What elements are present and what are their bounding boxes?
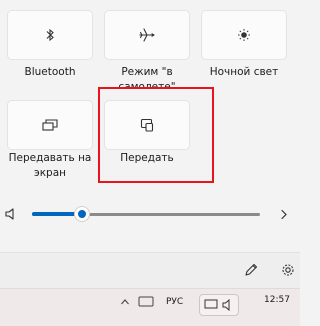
quick-settings-footer bbox=[0, 252, 300, 289]
project-tile[interactable] bbox=[7, 100, 93, 150]
airplane-mode-tile[interactable] bbox=[104, 10, 190, 60]
taskbar: РУС 12:57 bbox=[0, 288, 300, 326]
language-indicator[interactable]: РУС bbox=[166, 297, 183, 307]
bluetooth-icon bbox=[46, 28, 54, 42]
keyboard-icon[interactable] bbox=[138, 295, 154, 307]
night-light-tile[interactable] bbox=[201, 10, 287, 60]
cast-icon bbox=[140, 118, 154, 132]
bluetooth-label: Bluetooth bbox=[24, 66, 76, 78]
airplane-icon bbox=[139, 28, 155, 42]
system-tray-button[interactable] bbox=[199, 294, 239, 316]
chevron-right-icon[interactable] bbox=[280, 209, 288, 220]
project-icon bbox=[42, 118, 58, 131]
airplane-mode-label: Режим "в самолете" bbox=[118, 66, 176, 87]
pencil-icon[interactable] bbox=[244, 263, 258, 277]
chevron-up-icon[interactable] bbox=[120, 297, 130, 307]
monitor-icon bbox=[204, 299, 218, 309]
volume-row bbox=[0, 202, 300, 226]
bluetooth-tile[interactable] bbox=[7, 10, 93, 60]
cast-label: Передать bbox=[120, 152, 174, 164]
volume-slider-thumb[interactable] bbox=[75, 207, 90, 221]
quick-settings-panel: Bluetooth Режим "в самолете" Ночной свет… bbox=[0, 0, 300, 289]
cast-tile[interactable] bbox=[104, 100, 190, 150]
night-light-label: Ночной свет bbox=[209, 66, 279, 78]
night-light-icon bbox=[238, 29, 250, 41]
project-label: Передавать на экран bbox=[8, 152, 92, 179]
speaker-icon[interactable] bbox=[5, 208, 19, 220]
speaker-tray-icon bbox=[222, 299, 230, 311]
clock-time[interactable]: 12:57 bbox=[264, 295, 290, 305]
gear-icon[interactable] bbox=[281, 263, 295, 277]
